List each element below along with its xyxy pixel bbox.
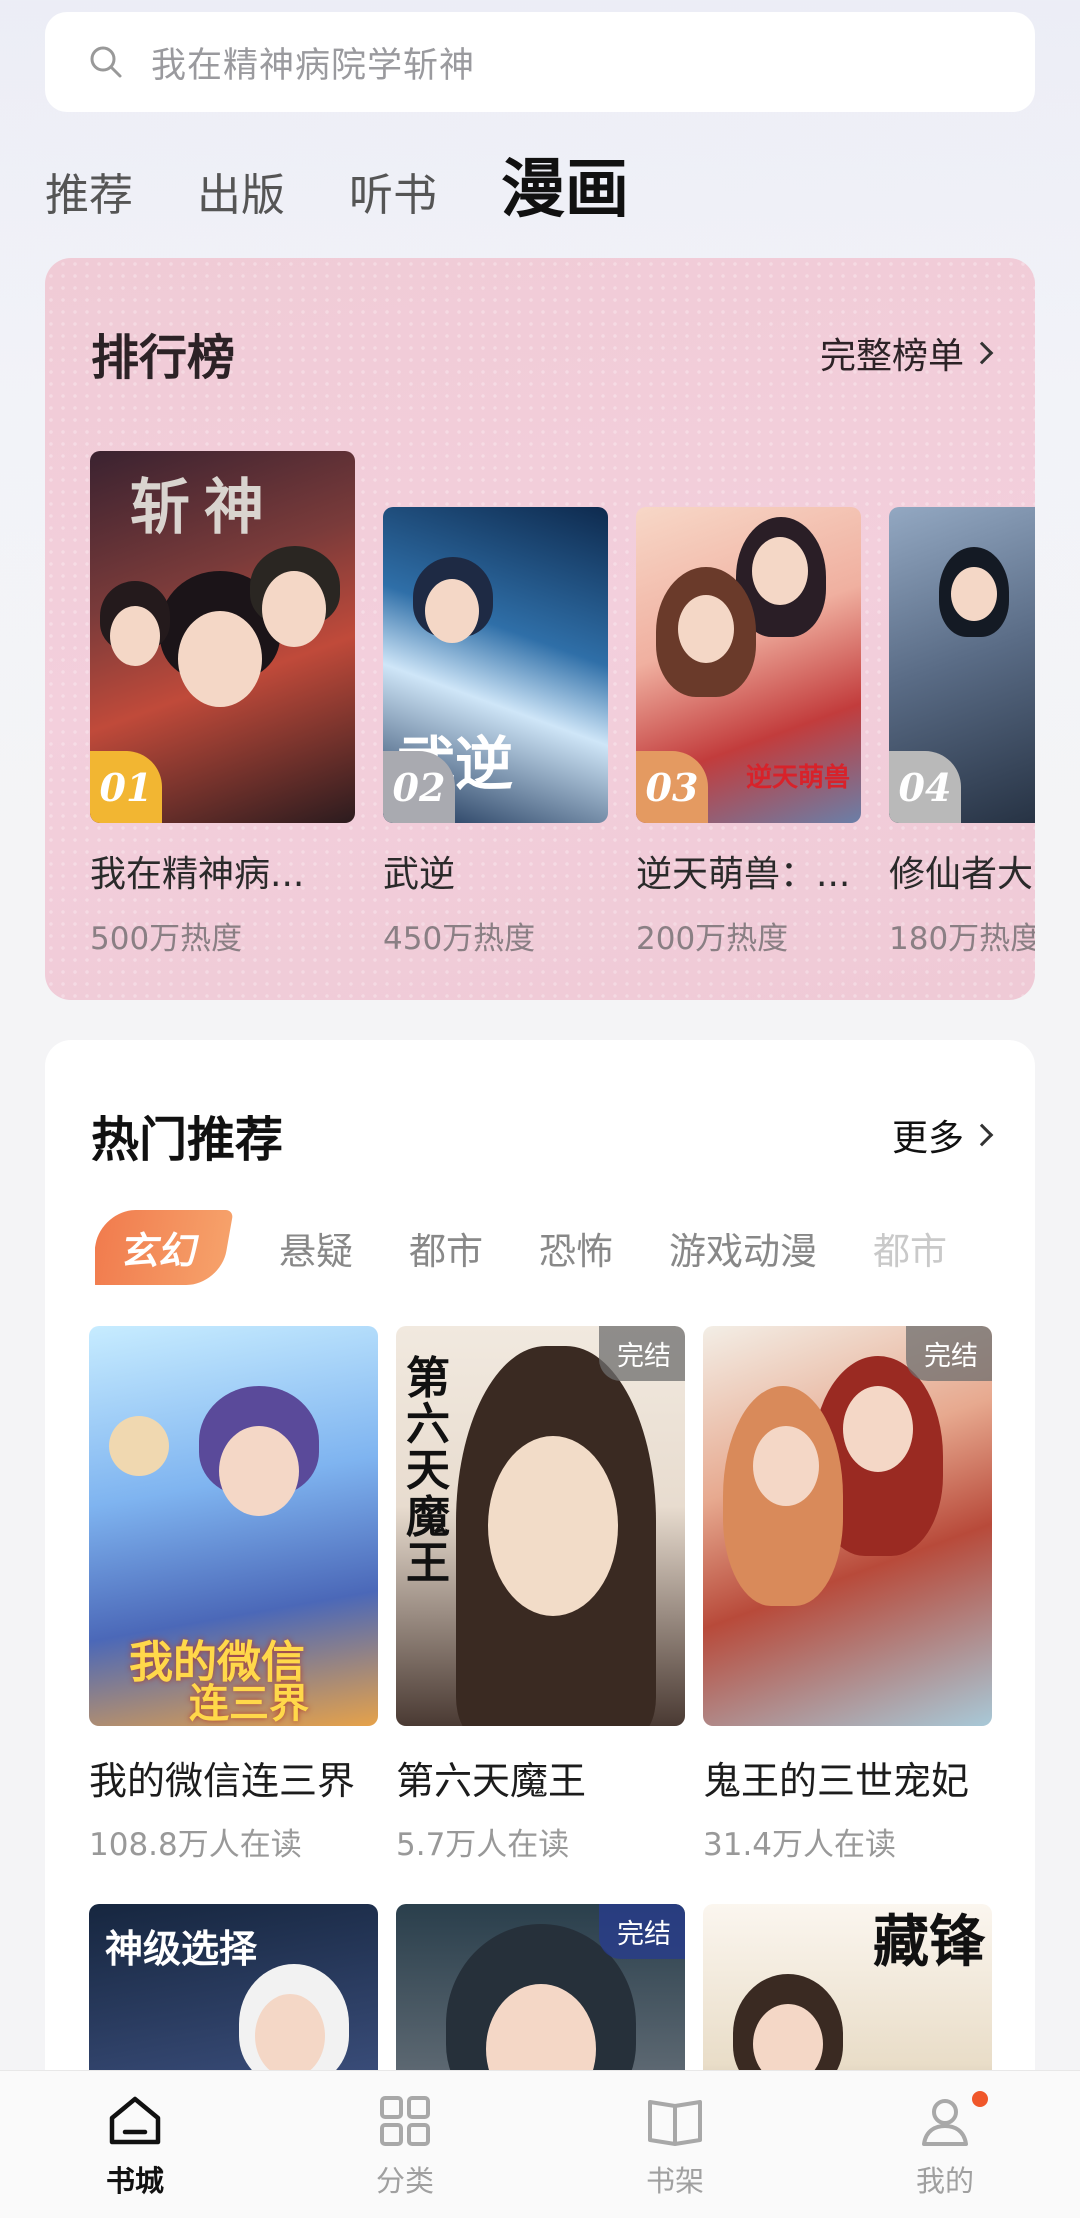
nav-label: 书架 bbox=[645, 2163, 704, 2198]
rank-badge: 03 bbox=[636, 751, 708, 823]
user-icon bbox=[922, 2098, 968, 2146]
comic-title: 第六天魔王 bbox=[396, 1759, 587, 1803]
hot-recommend-title: 热门推荐 bbox=[91, 1112, 284, 1168]
genre-tab-mystery[interactable]: 悬疑 bbox=[279, 1221, 353, 1275]
comic-title: 我在精神病... bbox=[90, 854, 305, 895]
genre-tab-fantasy[interactable]: 玄幻 bbox=[95, 1210, 234, 1285]
comic-readers: 108.8万人在读 bbox=[89, 1827, 302, 1863]
nav-label: 书城 bbox=[105, 2163, 164, 2198]
notification-dot bbox=[969, 2087, 991, 2110]
comic-heat: 180万热度 bbox=[889, 921, 1035, 957]
book-icon bbox=[648, 2099, 702, 2146]
home-icon bbox=[109, 2096, 161, 2144]
hot-more-label: 更多 bbox=[891, 1118, 964, 1159]
comic-title: 武逆 bbox=[383, 854, 456, 895]
comic-card[interactable]: 第六天魔王 完结 第六天魔王 5.7万人在读 bbox=[396, 1326, 685, 1864]
tab-recommend[interactable]: 推荐 bbox=[45, 174, 133, 240]
comic-cover: 武逆 02 bbox=[383, 507, 608, 823]
search-icon bbox=[87, 43, 125, 81]
search-placeholder: 我在精神病院学斩神 bbox=[151, 45, 476, 86]
nav-bookstore[interactable]: 书城 bbox=[45, 2090, 225, 2200]
comic-readers: 5.7万人在读 bbox=[396, 1827, 570, 1863]
ranking-item[interactable]: 武逆 02 武逆 450万热度 bbox=[383, 507, 608, 958]
rank-badge: 04 bbox=[889, 751, 961, 823]
comic-cover: 完结 bbox=[703, 1326, 992, 1726]
bottom-navigation: 书城 分类 书架 我的 bbox=[0, 2070, 1080, 2218]
nav-bookshelf[interactable]: 书架 bbox=[585, 2090, 765, 2200]
tab-audiobook[interactable]: 听书 bbox=[349, 174, 437, 240]
comic-heat: 500万热度 bbox=[90, 921, 243, 957]
comic-cover: 斩神 01 bbox=[90, 451, 355, 823]
comic-title: 修仙者大 bbox=[889, 854, 1034, 895]
hot-more-link[interactable]: 更多 bbox=[891, 1109, 994, 1161]
ranking-item[interactable]: 斩神 01 我在精神病... 500万热度 bbox=[90, 451, 355, 958]
ranking-item[interactable]: 04 修仙者大 180万热度 bbox=[889, 507, 1035, 958]
search-bar[interactable]: 我在精神病院学斩神 bbox=[45, 12, 1035, 112]
comic-title: 我的微信连三界 bbox=[89, 1759, 356, 1803]
comic-readers: 31.4万人在读 bbox=[703, 1827, 897, 1863]
nav-label: 分类 bbox=[375, 2163, 434, 2198]
comic-card[interactable]: 我的微信 连三界 我的微信连三界 108.8万人在读 bbox=[89, 1326, 378, 1864]
tab-comics[interactable]: 漫画 bbox=[501, 158, 629, 240]
grid-icon bbox=[380, 2095, 430, 2146]
genre-tab-horror[interactable]: 恐怖 bbox=[539, 1221, 613, 1275]
comic-title: 逆天萌兽：... bbox=[636, 854, 851, 895]
comic-cover: 我的微信 连三界 bbox=[89, 1326, 378, 1726]
ranking-more-label: 完整榜单 bbox=[819, 336, 964, 377]
ranking-title: 排行榜 bbox=[91, 330, 236, 386]
comic-heat: 450万热度 bbox=[383, 921, 536, 957]
nav-category[interactable]: 分类 bbox=[315, 2090, 495, 2200]
ranking-list: 斩神 01 我在精神病... 500万热度 武逆 02 武逆 450万热度 逆天… bbox=[90, 428, 1035, 958]
ranking-card: 排行榜 完整榜单 斩神 01 我在精神病... 500万热度 武逆 02 武逆 … bbox=[45, 258, 1035, 1000]
nav-profile[interactable]: 我的 bbox=[855, 2087, 1035, 2200]
chevron-right-icon bbox=[970, 341, 994, 365]
hot-recommend-header: 热门推荐 更多 bbox=[91, 1100, 994, 1170]
comic-heat: 200万热度 bbox=[636, 921, 789, 957]
comic-card[interactable]: 完结 鬼王的三世宠妃 31.4万人在读 bbox=[703, 1326, 992, 1864]
chevron-right-icon bbox=[970, 1123, 994, 1147]
nav-label: 我的 bbox=[915, 2163, 974, 2198]
rank-badge: 01 bbox=[90, 751, 162, 823]
genre-tab-urban-2[interactable]: 都市 bbox=[873, 1221, 947, 1275]
comic-cover: 第六天魔王 完结 bbox=[396, 1326, 685, 1726]
channel-tabs: 推荐 出版 听书 漫画 bbox=[45, 140, 629, 240]
ranking-more-link[interactable]: 完整榜单 bbox=[819, 327, 994, 379]
comic-title: 鬼王的三世宠妃 bbox=[703, 1759, 970, 1803]
ranking-header: 排行榜 完整榜单 bbox=[91, 318, 994, 388]
status-badge: 完结 bbox=[599, 1326, 685, 1381]
rank-badge: 02 bbox=[383, 751, 455, 823]
hot-recommend-card: 热门推荐 更多 玄幻 悬疑 都市 恐怖 游戏动漫 都市 我的微信 连三界 我的微… bbox=[45, 1040, 1035, 2218]
genre-tab-game-anime[interactable]: 游戏动漫 bbox=[669, 1221, 817, 1275]
comic-cover: 逆天萌兽 03 bbox=[636, 507, 861, 823]
ranking-item[interactable]: 逆天萌兽 03 逆天萌兽：... 200万热度 bbox=[636, 507, 861, 958]
tab-publish[interactable]: 出版 bbox=[197, 174, 285, 240]
comic-cover: 04 bbox=[889, 507, 1035, 823]
genre-tabs: 玄幻 悬疑 都市 恐怖 游戏动漫 都市 bbox=[95, 1210, 1035, 1285]
status-badge: 完结 bbox=[906, 1326, 992, 1381]
status-badge: 完结 bbox=[599, 1904, 685, 1959]
genre-tab-urban[interactable]: 都市 bbox=[409, 1221, 483, 1275]
